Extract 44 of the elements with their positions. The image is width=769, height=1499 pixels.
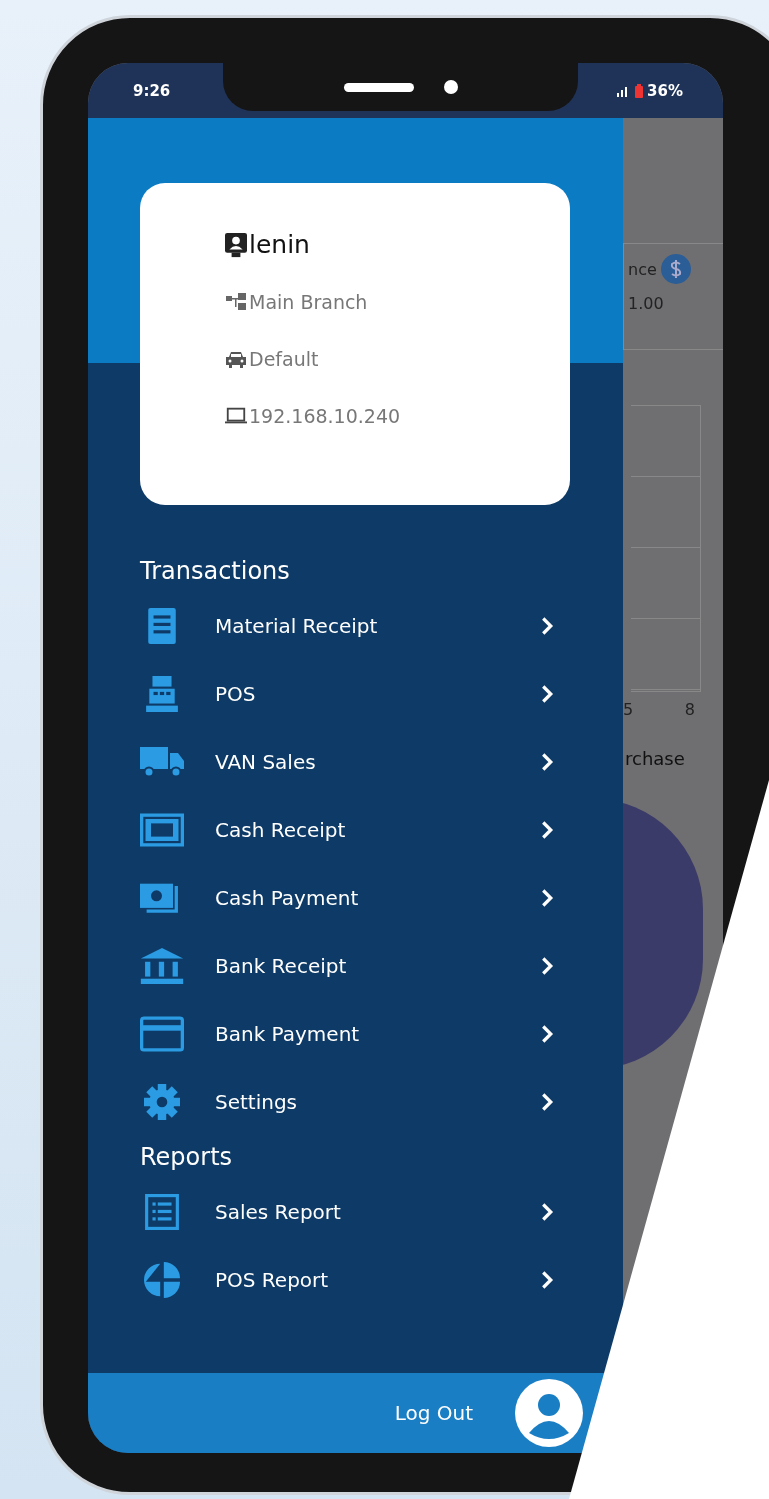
menu-item[interactable]: Material Receipt [140,592,560,660]
section-title: Reports [140,1142,234,1173]
user-name: lenin [249,230,310,259]
status-time: 9:26 [133,81,171,100]
banknote-icon [140,812,184,848]
chevron-right-icon [540,684,554,704]
menu-item[interactable]: POS [140,660,560,728]
laptop-icon [225,406,247,425]
car-icon [225,349,247,368]
menu-item[interactable]: Sales Report [140,1178,560,1246]
branch-name: Main Branch [249,290,368,313]
credit-card-icon [140,1016,184,1052]
menu-item[interactable]: Cash Payment [140,864,560,932]
axis-label: 5 [623,700,634,721]
card-label: nce [628,259,657,279]
menu-item[interactable]: Cash Receipt [140,796,560,864]
chevron-right-icon [540,616,554,636]
vehicle-name: Default [249,347,319,370]
chevron-right-icon [540,1270,554,1290]
user-avatar-icon [515,1379,583,1447]
chevron-right-icon [540,888,554,908]
menu-item[interactable]: Settings [140,1068,560,1136]
battery-icon [635,83,644,98]
section-title: Transactions [140,556,291,587]
chevron-right-icon [540,820,554,840]
menu-item[interactable]: VAN Sales [140,728,560,796]
card-value: 1.00 [628,294,665,313]
chevron-right-icon [540,1092,554,1112]
ip-address: 192.168.10.240 [249,404,401,427]
bank-icon [140,948,184,984]
dollar-icon [660,254,691,284]
chart-title: rchase [625,748,686,769]
chevron-right-icon [540,956,554,976]
menu-item[interactable]: Bank Payment [140,1000,560,1068]
chevron-right-icon [540,1202,554,1222]
menu-item[interactable]: Bank Receipt [140,932,560,1000]
chevron-right-icon [540,752,554,772]
chevron-right-icon [540,1024,554,1044]
battery-percent: 36% [647,81,683,100]
axis-label: 8 [684,700,695,721]
menu-item[interactable]: POS Report [140,1246,560,1314]
hierarchy-icon [225,292,247,311]
contact-icon [225,231,247,258]
logout-button[interactable]: Log Out [390,1397,477,1429]
